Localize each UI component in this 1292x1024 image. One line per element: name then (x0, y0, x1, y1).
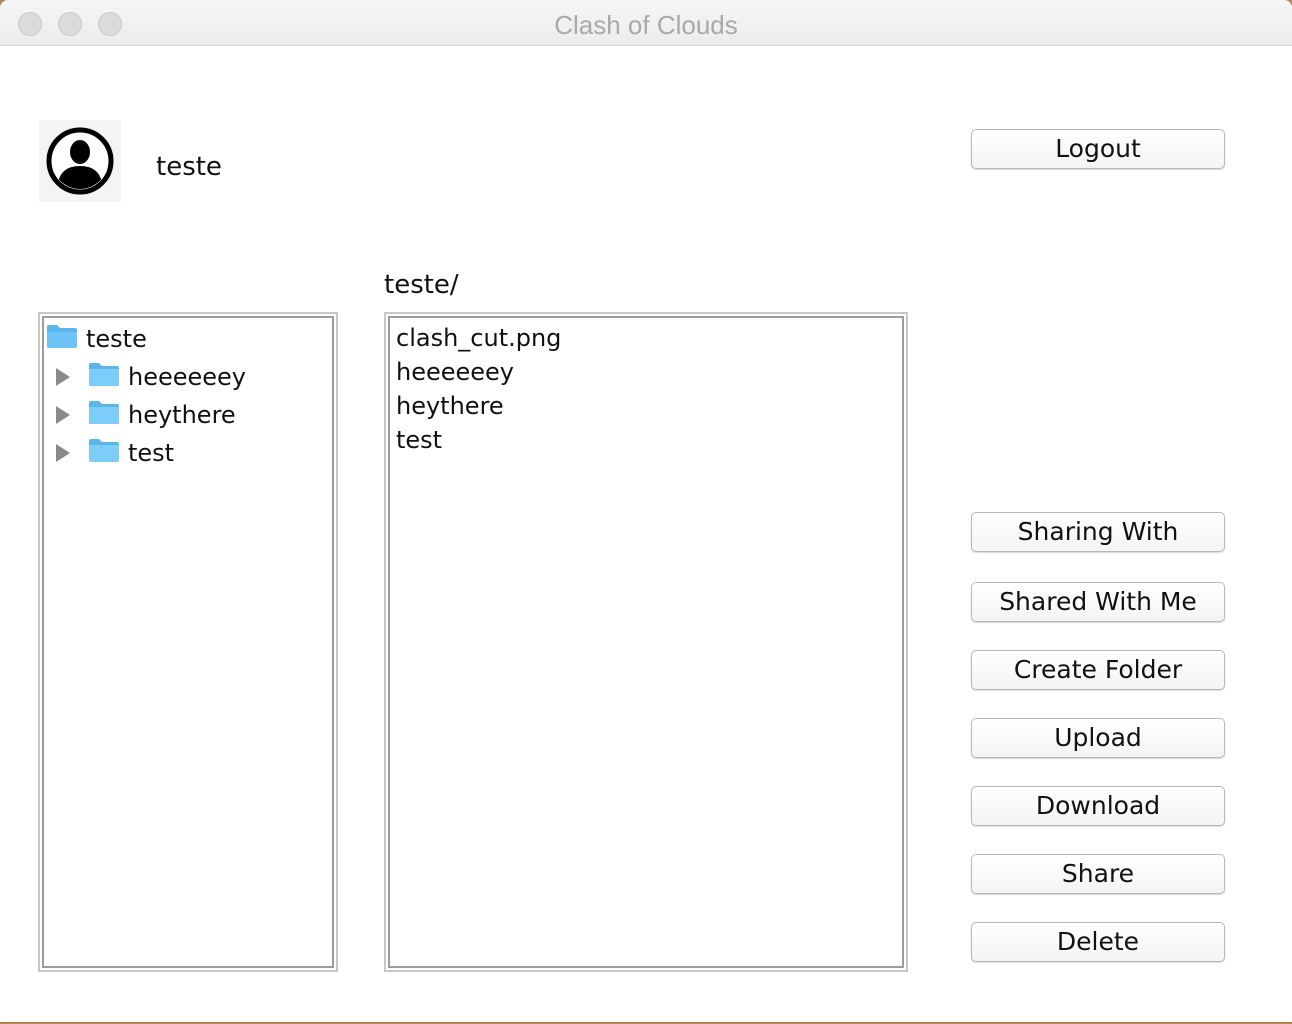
delete-button[interactable]: Delete (971, 922, 1225, 962)
logout-button[interactable]: Logout (971, 129, 1225, 169)
username-label: teste (156, 152, 222, 182)
sharing-with-button[interactable]: Sharing With (971, 512, 1225, 552)
list-item[interactable]: heeeeeey (396, 358, 514, 386)
tree-item-heeeeeey[interactable]: heeeeeey (56, 360, 246, 394)
create-folder-button[interactable]: Create Folder (971, 650, 1225, 690)
list-item[interactable]: clash_cut.png (396, 324, 561, 352)
folder-icon (88, 437, 120, 469)
user-avatar-icon (39, 120, 121, 202)
window-title: Clash of Clouds (554, 10, 738, 40)
file-list-panel[interactable]: clash_cut.png heeeeeey heythere test (384, 312, 908, 972)
tree-item-label: test (128, 439, 175, 467)
list-item[interactable]: test (396, 426, 442, 454)
expand-arrow-icon[interactable] (56, 444, 70, 462)
share-button[interactable]: Share (971, 854, 1225, 894)
tree-root-item[interactable]: teste (46, 322, 147, 356)
title-bar: Clash of Clouds (0, 0, 1292, 46)
tree-item-heythere[interactable]: heythere (56, 398, 236, 432)
current-path-label: teste/ (384, 270, 459, 300)
folder-open-icon (46, 323, 78, 355)
main-content: teste Logout teste/ teste heeeeeey heyth… (0, 46, 1292, 1022)
app-window: Clash of Clouds teste Logout teste/ test… (0, 0, 1292, 1022)
tree-item-label: heeeeeey (128, 363, 247, 391)
upload-button[interactable]: Upload (971, 718, 1225, 758)
folder-tree-panel[interactable]: teste heeeeeey heythere test (38, 312, 338, 972)
expand-arrow-icon[interactable] (56, 406, 70, 424)
folder-icon (88, 399, 120, 431)
tree-item-test[interactable]: test (56, 436, 174, 470)
tree-item-label: heythere (128, 401, 236, 429)
list-item[interactable]: heythere (396, 392, 504, 420)
expand-arrow-icon[interactable] (56, 368, 70, 386)
tree-root-label: teste (86, 325, 147, 353)
folder-icon (88, 361, 120, 393)
download-button[interactable]: Download (971, 786, 1225, 826)
shared-with-me-button[interactable]: Shared With Me (971, 582, 1225, 622)
